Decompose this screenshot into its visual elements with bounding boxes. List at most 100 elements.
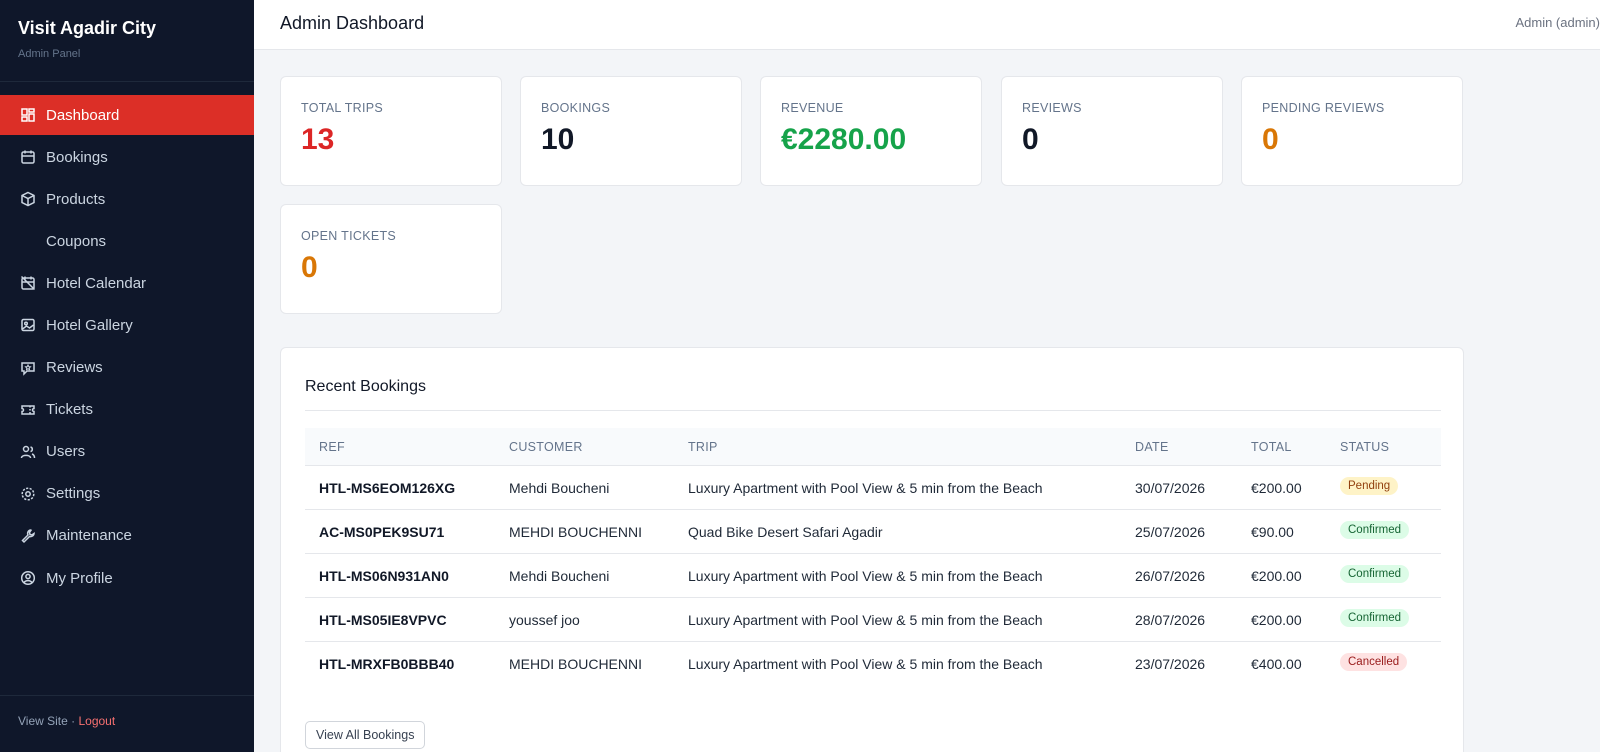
current-user[interactable]: Admin (admin) xyxy=(1515,15,1600,30)
column-header-date: DATE xyxy=(1135,440,1169,454)
column-header-customer: CUSTOMER xyxy=(509,440,583,454)
status-badge: Pending xyxy=(1340,477,1399,495)
status-badge: Confirmed xyxy=(1340,565,1410,583)
booking-trip: Luxury Apartment with Pool View & 5 min … xyxy=(688,656,1043,672)
booking-customer: MEHDI BOUCHENNI xyxy=(509,656,643,672)
sidebar-item-maintenance[interactable]: Maintenance xyxy=(0,516,254,556)
booking-customer: MEHDI BOUCHENNI xyxy=(509,524,643,540)
sidebar-item-hotel-calendar[interactable]: Hotel Calendar xyxy=(0,263,254,303)
booking-customer: youssef joo xyxy=(509,612,580,628)
logout-link[interactable]: Logout xyxy=(78,714,115,728)
calendar-off-icon xyxy=(20,275,36,291)
sidebar-item-users[interactable]: Users xyxy=(0,432,254,472)
column-header-trip: TRIP xyxy=(688,440,718,454)
sidebar-item-bookings[interactable]: Bookings xyxy=(0,137,254,177)
user-circle-icon xyxy=(20,570,36,586)
topbar: Admin Dashboard Admin (admin) xyxy=(254,0,1600,50)
sidebar-item-reviews[interactable]: Reviews xyxy=(0,348,254,388)
sidebar-item-hotel-gallery[interactable]: Hotel Gallery xyxy=(0,305,254,345)
booking-trip: Luxury Apartment with Pool View & 5 min … xyxy=(688,612,1043,628)
status-badge: Confirmed xyxy=(1340,609,1410,627)
sidebar-item-label: Maintenance xyxy=(46,527,132,545)
table-row[interactable]: HTL-MS6EOM126XG Mehdi Boucheni Luxury Ap… xyxy=(305,466,1441,510)
stat-value: €2280.00 xyxy=(781,123,907,156)
booking-customer: Mehdi Boucheni xyxy=(509,568,610,584)
sidebar-item-label: Reviews xyxy=(46,359,103,377)
view-site-link[interactable]: View Site xyxy=(18,714,68,728)
stat-value: 0 xyxy=(1022,123,1039,156)
sidebar-item-label: Tickets xyxy=(46,401,93,419)
panel-title: Recent Bookings xyxy=(305,378,426,395)
booking-ref: AC-MS0PEK9SU71 xyxy=(319,524,445,540)
stat-label: BOOKINGS xyxy=(541,101,611,115)
table-row[interactable]: HTL-MS05IE8VPVC youssef joo Luxury Apart… xyxy=(305,598,1441,642)
brand: Visit Agadir City Admin Panel xyxy=(0,0,254,82)
stat-value: 10 xyxy=(541,123,575,156)
booking-date: 30/07/2026 xyxy=(1135,480,1206,496)
booking-date: 26/07/2026 xyxy=(1135,568,1206,584)
sidebar-item-label: Hotel Calendar xyxy=(46,274,147,292)
sidebar-item-label: Coupons xyxy=(46,232,107,250)
stat-label: REVENUE xyxy=(781,101,844,115)
message-star-icon xyxy=(20,360,36,376)
sidebar-item-label: Users xyxy=(46,443,86,461)
sidebar-item-label: Bookings xyxy=(46,148,108,166)
brand-title[interactable]: Visit Agadir City xyxy=(18,18,236,39)
sidebar-item-products[interactable]: Products xyxy=(0,179,254,219)
table-row[interactable]: AC-MS0PEK9SU71 MEHDI BOUCHENNI Quad Bike… xyxy=(305,510,1441,554)
booking-trip: Quad Bike Desert Safari Agadir xyxy=(688,524,883,540)
bookings-table: REF CUSTOMER TRIP DATE TOTAL STATUS HTL-… xyxy=(305,428,1441,686)
sidebar: Visit Agadir City Admin Panel Dashboard … xyxy=(0,0,254,752)
table-header: REF CUSTOMER TRIP DATE TOTAL STATUS xyxy=(305,428,1441,466)
booking-ref: HTL-MS6EOM126XG xyxy=(319,480,456,496)
view-all-bookings-button[interactable]: View All Bookings xyxy=(305,721,426,749)
stat-label: REVIEWS xyxy=(1022,101,1082,115)
stat-card-open-tickets: OPEN TICKETS 0 xyxy=(280,204,502,314)
sidebar-item-coupons[interactable]: Coupons xyxy=(0,221,254,261)
stat-label: OPEN TICKETS xyxy=(301,229,397,243)
panel-divider xyxy=(305,410,1441,411)
booking-trip: Luxury Apartment with Pool View & 5 min … xyxy=(688,480,1043,496)
sidebar-item-label: Hotel Gallery xyxy=(46,316,133,334)
image-icon xyxy=(20,317,36,333)
booking-customer: Mehdi Boucheni xyxy=(509,480,610,496)
booking-ref: HTL-MS05IE8VPVC xyxy=(319,612,447,628)
stat-card-bookings: BOOKINGS 10 xyxy=(520,76,742,186)
stat-label: TOTAL TRIPS xyxy=(301,101,384,115)
brand-subtitle: Admin Panel xyxy=(18,48,81,60)
sidebar-item-label: My Profile xyxy=(46,569,113,587)
stat-value: 0 xyxy=(301,251,318,284)
sidebar-item-settings[interactable]: Settings xyxy=(0,474,254,514)
stat-value: 13 xyxy=(301,123,335,156)
status-badge: Cancelled xyxy=(1340,653,1408,671)
stat-label: PENDING REVIEWS xyxy=(1262,101,1385,115)
box-icon xyxy=(20,191,36,207)
sidebar-item-dashboard[interactable]: Dashboard xyxy=(0,95,254,135)
booking-total: €200.00 xyxy=(1251,612,1302,628)
sidebar-item-tickets[interactable]: Tickets xyxy=(0,390,254,430)
table-row[interactable]: HTL-MS06N931AN0 Mehdi Boucheni Luxury Ap… xyxy=(305,554,1441,598)
dashboard-icon xyxy=(20,107,36,123)
column-header-total: TOTAL xyxy=(1251,440,1292,454)
booking-total: €200.00 xyxy=(1251,568,1302,584)
blank-icon xyxy=(20,233,36,249)
column-header-status: STATUS xyxy=(1340,440,1390,454)
booking-date: 25/07/2026 xyxy=(1135,524,1206,540)
calendar-icon xyxy=(20,149,36,165)
sidebar-item-label: Dashboard xyxy=(46,106,120,124)
table-row[interactable]: HTL-MRXFB0BBB40 MEHDI BOUCHENNI Luxury A… xyxy=(305,642,1441,686)
sidebar-footer: View Site · Logout xyxy=(0,695,254,752)
stat-card-total-trips: TOTAL TRIPS 13 xyxy=(280,76,502,186)
wrench-icon xyxy=(20,528,36,544)
booking-date: 28/07/2026 xyxy=(1135,612,1206,628)
ticket-icon xyxy=(20,402,36,418)
gear-icon xyxy=(20,486,36,502)
sidebar-item-my-profile[interactable]: My Profile xyxy=(0,558,254,598)
sidebar-nav: Dashboard Bookings Products Coupons Hote… xyxy=(0,95,254,598)
status-badge: Confirmed xyxy=(1340,521,1410,539)
booking-total: €90.00 xyxy=(1251,524,1294,540)
booking-ref: HTL-MS06N931AN0 xyxy=(319,568,449,584)
booking-total: €400.00 xyxy=(1251,656,1302,672)
column-header-ref: REF xyxy=(319,440,345,454)
stat-card-revenue: REVENUE €2280.00 xyxy=(760,76,982,186)
